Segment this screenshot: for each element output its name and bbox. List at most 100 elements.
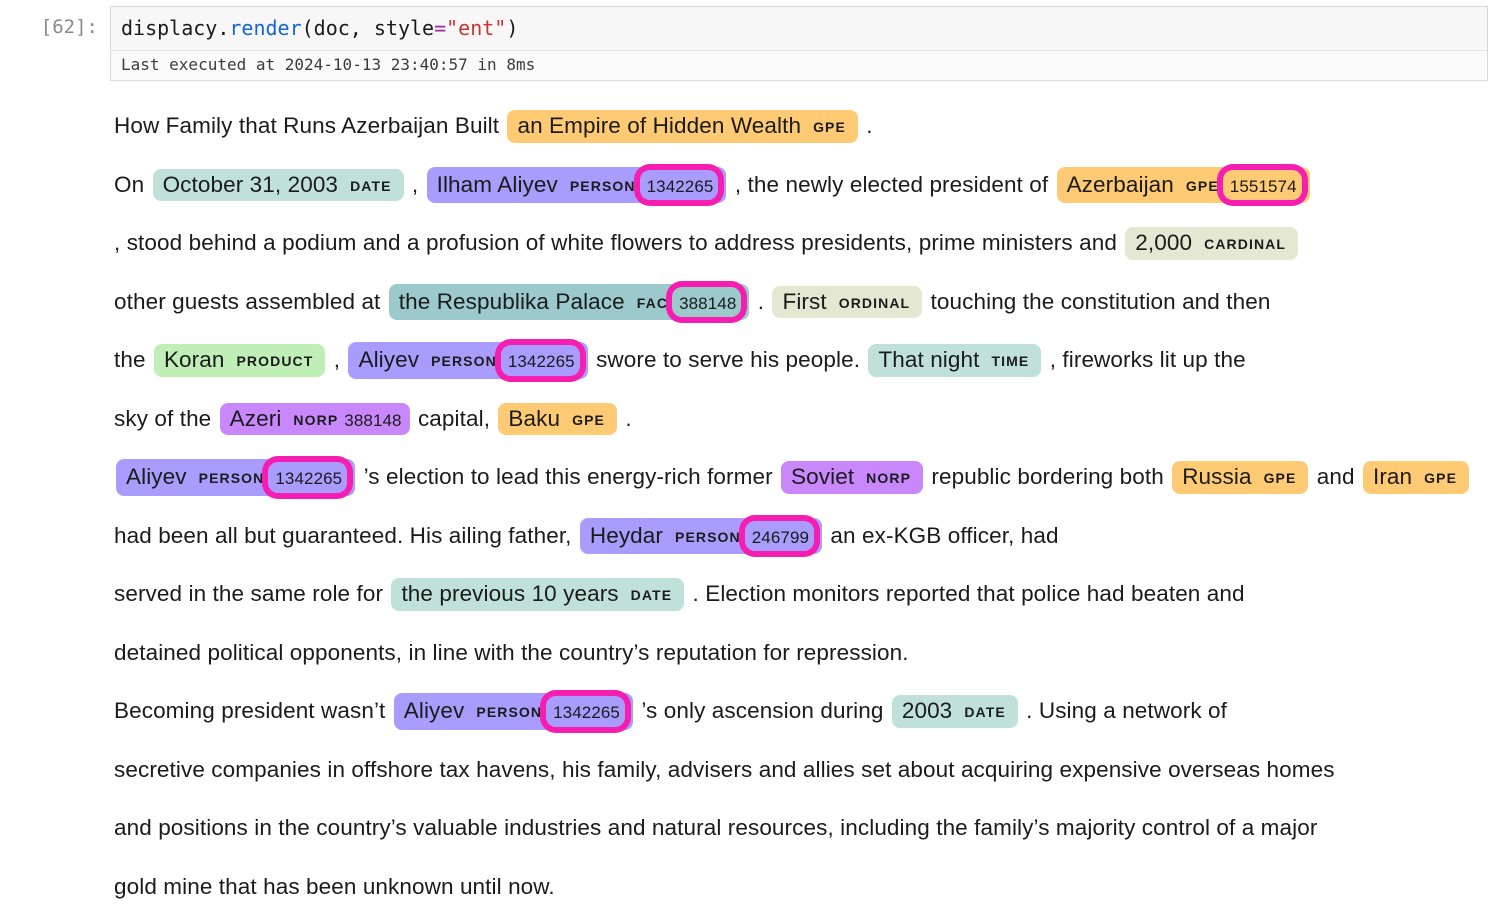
plain-text-run: , stood behind a podium and a profusion … [114, 230, 1124, 255]
kb-id-highlight-annotation: 388148 [672, 286, 742, 318]
code-string-token: "ent" [446, 16, 507, 40]
displacy-entity-output: How Family that Runs Azerbaijan Built an… [0, 81, 1500, 916]
entity-text: Baku [508, 405, 561, 431]
entity-label: NORP [866, 470, 912, 486]
plain-text-run: swore to serve his people. [589, 347, 867, 372]
entity-text: the Respublika Palace [398, 288, 625, 314]
entity-label: PERSON [198, 470, 265, 486]
entity-label: PERSON [476, 704, 543, 720]
entity-gpe[interactable]: Azerbaijan GPE 1551574 [1056, 166, 1310, 204]
entity-label: GPE [1263, 470, 1297, 486]
entity-label: NORP [293, 411, 339, 428]
entity-text: Heydar [589, 522, 664, 548]
entity-gpe[interactable]: Baku GPE [498, 402, 617, 436]
plain-text-run: gold mine that has been unknown until no… [114, 873, 555, 899]
plain-text-run: . [618, 405, 632, 431]
plain-text-run: the [114, 347, 152, 372]
kb-id-highlight-annotation: 1342265 [639, 169, 719, 201]
kb-id-highlight-annotation: 1342265 [268, 462, 348, 493]
entity-ordinal[interactable]: First ORDINAL [772, 285, 923, 319]
code-source-line[interactable]: displacy.render(doc, style="ent") [111, 7, 1487, 50]
entity-norp[interactable]: Azeri NORP 388148 [219, 402, 410, 436]
entity-text: October 31, 2003 [162, 171, 339, 197]
kb-id-highlight-annotation: 246799 [744, 520, 815, 552]
entity-date[interactable]: 2003 DATE [891, 695, 1018, 728]
entity-kb-id: 1342265 [507, 352, 575, 371]
notebook-cell: [62]: displacy.render(doc, style="ent") … [0, 0, 1500, 916]
code-function-token: render [229, 16, 302, 40]
entity-label: GPE [1185, 177, 1219, 194]
entity-person[interactable]: Aliyev PERSON 1342265 [393, 693, 633, 730]
entity-label: CARDINAL [1204, 236, 1287, 252]
plain-text-run: touching the constitution and then [924, 288, 1271, 314]
entity-label: PERSON [569, 177, 636, 194]
entity-time[interactable]: That night TIME [868, 344, 1042, 377]
code-close-paren-token: ) [506, 16, 519, 40]
entity-label: PRODUCT [236, 353, 314, 369]
entity-text: Azerbaijan [1066, 171, 1174, 197]
plain-text-run: How Family that Runs Azerbaijan Built [114, 113, 506, 138]
plain-text-run: secretive companies in offshore tax have… [114, 756, 1335, 782]
entity-text: Azeri [229, 405, 282, 431]
entity-kb-id: 1342265 [553, 703, 620, 722]
entity-text: Soviet [791, 464, 855, 489]
plain-text-run: other guests assembled at [114, 288, 387, 314]
entity-text: That night [878, 347, 980, 372]
entity-gpe[interactable]: an Empire of Hidden Wealth GPE [507, 110, 858, 143]
entity-kb-id: 246799 [751, 527, 810, 547]
entity-product[interactable]: Koran PRODUCT [153, 344, 326, 377]
entity-label: ORDINAL [838, 294, 911, 311]
entity-text: First [782, 288, 827, 314]
code-cell-body[interactable]: displacy.render(doc, style="ent") Last e… [110, 6, 1488, 81]
code-cell: [62]: displacy.render(doc, style="ent") … [0, 0, 1500, 81]
plain-text-run: . Election monitors reported that police… [686, 581, 1245, 606]
entity-text: Iran [1372, 464, 1413, 489]
plain-text-run: , [405, 171, 425, 197]
entity-text: Aliyev [358, 347, 420, 372]
entity-kb-id: 1551574 [1229, 176, 1297, 196]
entity-cardinal[interactable]: 2,000 CARDINAL [1125, 227, 1299, 260]
code-operator-token: = [434, 16, 447, 40]
entity-kb-id: 1342265 [646, 176, 714, 196]
plain-text-run: and [1310, 464, 1361, 489]
entity-gpe[interactable]: Russia GPE [1172, 461, 1309, 494]
entity-label: PERSON [675, 528, 741, 545]
entity-date[interactable]: the previous 10 years DATE [391, 578, 685, 611]
entity-text: an Empire of Hidden Wealth [517, 113, 802, 138]
entity-text: Ilham Aliyev [436, 171, 558, 197]
entity-text: Koran [163, 347, 225, 372]
entity-date[interactable]: October 31, 2003 DATE [152, 168, 404, 202]
entity-person[interactable]: Heydar PERSON 246799 [579, 517, 823, 555]
entity-label: DATE [630, 587, 673, 603]
entity-label: GPE [572, 411, 605, 428]
entity-text: the previous 10 years [401, 581, 619, 606]
entity-kb-id: 1342265 [275, 469, 343, 488]
entity-label: GPE [1424, 470, 1458, 486]
plain-text-run: an ex-KGB officer, had [824, 522, 1059, 548]
plain-text-run: detained political opponents, in line wi… [114, 639, 909, 665]
plain-text-run: republic bordering both [925, 464, 1171, 489]
entity-label: DATE [350, 177, 392, 194]
entity-fac[interactable]: the Respublika Palace FAC 388148 [388, 283, 750, 321]
entity-gpe[interactable]: Iran GPE [1362, 461, 1470, 494]
entity-label: TIME [991, 353, 1030, 369]
plain-text-run: Becoming president wasn’t [114, 698, 392, 723]
plain-text-run: , the newly elected president of [728, 171, 1055, 197]
entity-person[interactable]: Aliyev PERSON 1342265 [348, 342, 588, 379]
entity-person[interactable]: Aliyev PERSON 1342265 [116, 459, 356, 496]
entity-person[interactable]: Ilham Aliyev PERSON 1342265 [426, 166, 727, 204]
entity-label: GPE [813, 119, 846, 135]
kb-id-highlight-annotation: 1342265 [546, 696, 625, 727]
plain-text-run: ’s election to lead this energy-rich for… [357, 464, 780, 489]
kb-id-highlight-annotation: 1551574 [1222, 169, 1302, 201]
kb-id-highlight-annotation: 1342265 [500, 345, 580, 376]
entity-kb-id: 388148 [679, 293, 737, 313]
entity-label: PERSON [431, 353, 497, 369]
plain-text-run: . Using a network of [1019, 698, 1227, 723]
entity-norp[interactable]: Soviet NORP [781, 461, 924, 494]
code-args-token: (doc, style [301, 16, 435, 40]
plain-text-run: served in the same role for [114, 581, 390, 606]
plain-text-run: On [114, 171, 151, 197]
entity-label: FAC [636, 294, 669, 311]
entity-text: 2003 [901, 698, 953, 723]
